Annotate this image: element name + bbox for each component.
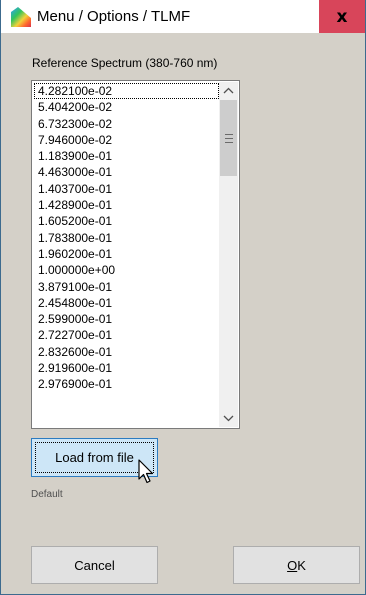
reference-spectrum-label: Reference Spectrum (380-760 nm) [32, 56, 218, 70]
list-item[interactable]: 4.282100e-02 [34, 83, 219, 100]
ok-label: OK [287, 558, 306, 573]
chevron-down-icon [223, 415, 234, 422]
list-item[interactable]: 6.732300e-02 [34, 116, 219, 132]
grip-icon [224, 133, 233, 143]
scroll-thumb[interactable] [220, 100, 237, 176]
scroll-up-button[interactable] [219, 82, 238, 99]
list-item[interactable]: 2.454800e-01 [34, 295, 219, 311]
window-title: Menu / Options / TLMF [37, 8, 191, 25]
vertical-scrollbar[interactable] [219, 82, 238, 427]
list-item[interactable]: 5.404200e-02 [34, 99, 219, 115]
list-item[interactable]: 2.976900e-01 [34, 376, 219, 392]
list-item[interactable]: 1.428900e-01 [34, 197, 219, 213]
spectrum-listbox[interactable]: 4.282100e-02 5.404200e-02 6.732300e-02 7.94… [31, 80, 240, 429]
list-item[interactable]: 2.919600e-01 [34, 360, 219, 376]
list-item[interactable]: 2.722700e-01 [34, 327, 219, 343]
cancel-button[interactable]: Cancel [31, 546, 158, 584]
list-item[interactable]: 4.463000e-01 [34, 164, 219, 180]
title-bar[interactable]: Menu / Options / TLMF x [1, 0, 365, 33]
list-item[interactable]: 1.783800e-01 [34, 230, 219, 246]
load-from-file-label: Load from file [55, 450, 134, 465]
app-icon [11, 7, 31, 27]
ok-mnemonic: O [287, 557, 298, 573]
default-status-label: Default [31, 489, 63, 500]
list-item[interactable]: 2.599000e-01 [34, 311, 219, 327]
list-item[interactable]: 2.832600e-01 [34, 344, 219, 360]
spectrum-list-items: 4.282100e-02 5.404200e-02 6.732300e-02 7.94… [34, 83, 219, 426]
chevron-up-icon [223, 87, 234, 94]
list-item[interactable]: 1.403700e-01 [34, 181, 219, 197]
list-item[interactable]: 1.183900e-01 [34, 148, 219, 164]
ok-label-rest: K [297, 557, 306, 573]
options-dialog: Menu / Options / TLMF x Reference Spectr… [0, 0, 366, 595]
close-button[interactable]: x [319, 0, 365, 33]
cancel-label: Cancel [74, 557, 115, 573]
list-item[interactable]: 1.605200e-01 [34, 213, 219, 229]
list-item[interactable]: 3.879100e-01 [34, 279, 219, 295]
mouse-pointer-icon [138, 459, 154, 484]
scroll-down-button[interactable] [219, 410, 238, 427]
list-item[interactable]: 1.960200e-01 [34, 246, 219, 262]
list-item[interactable]: 7.946000e-02 [34, 132, 219, 148]
ok-button[interactable]: OK [233, 546, 360, 584]
list-item[interactable]: 1.000000e+00 [34, 262, 219, 278]
